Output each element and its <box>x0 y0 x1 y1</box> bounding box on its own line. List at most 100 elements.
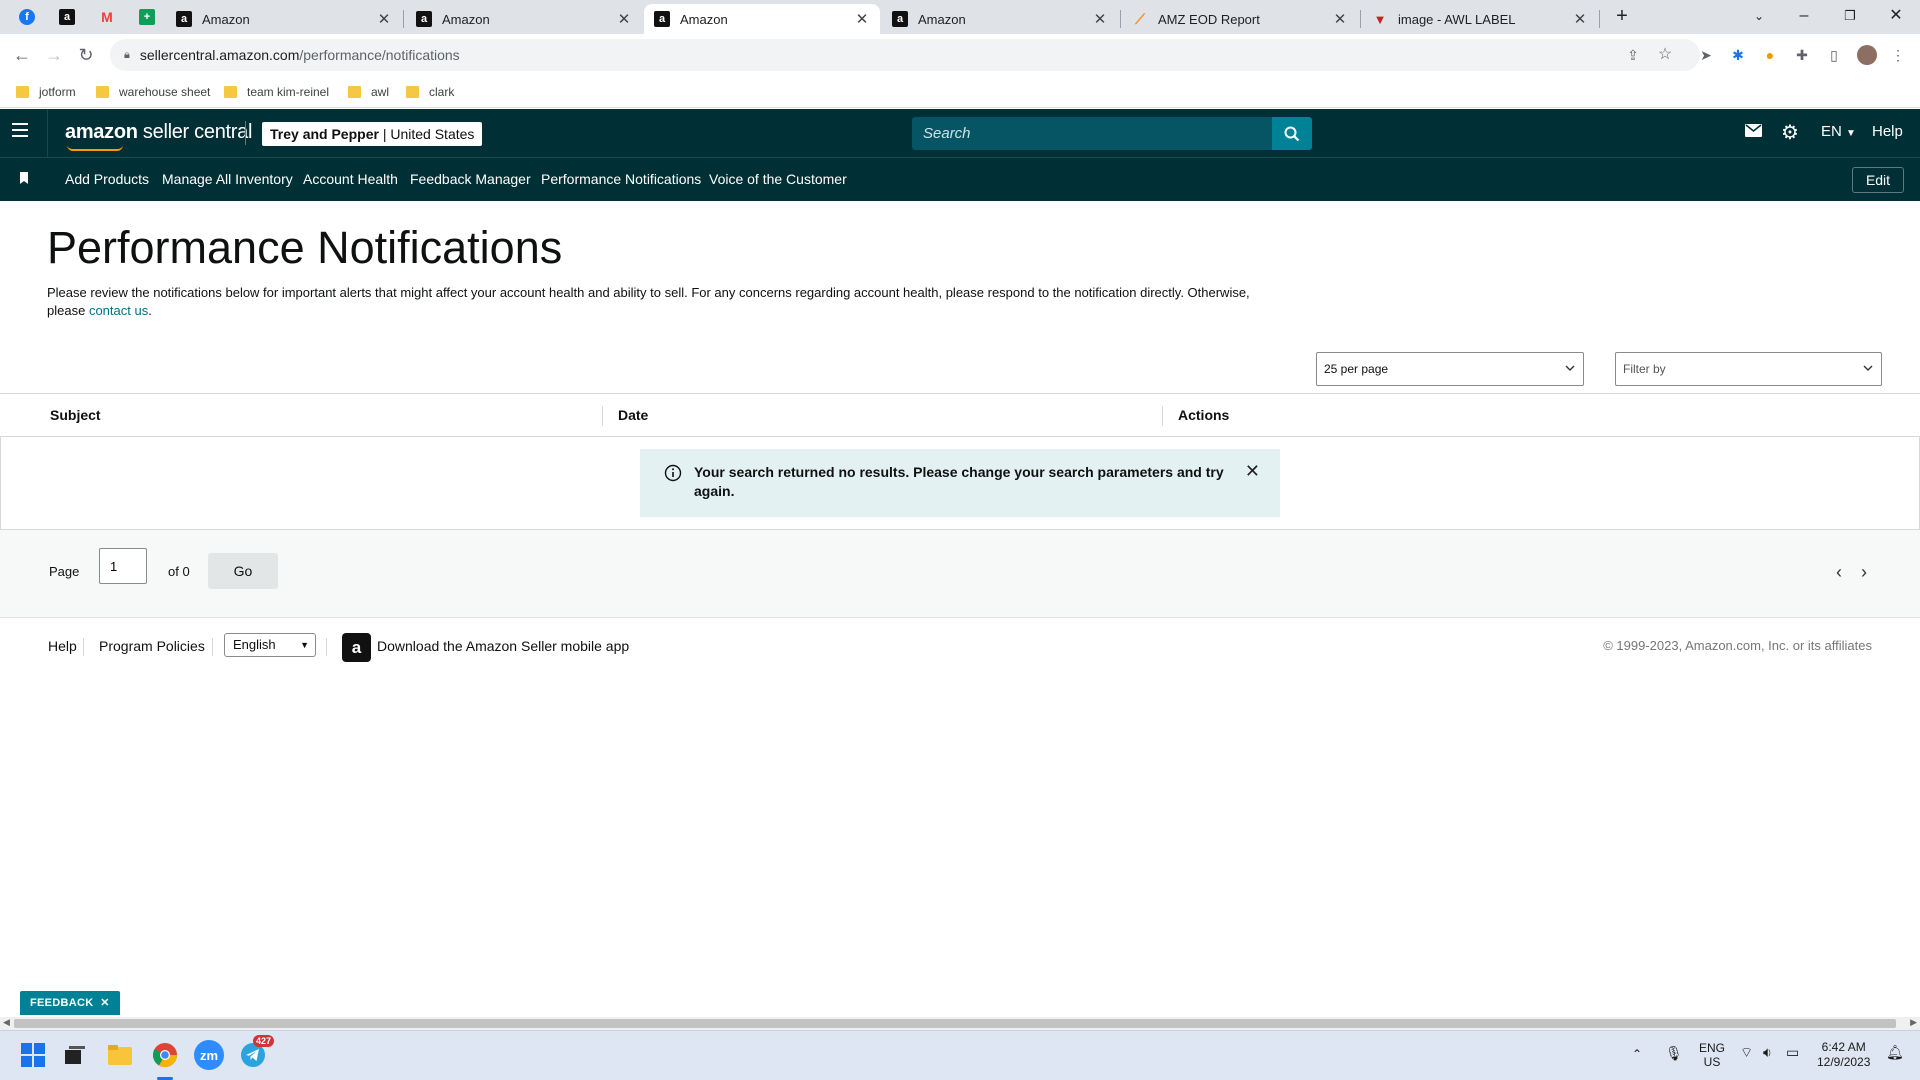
go-button[interactable]: Go <box>208 553 278 589</box>
close-icon[interactable]: ✕ <box>1572 10 1588 28</box>
report-icon: ⟋ <box>1135 10 1145 27</box>
tray-chevron-up-icon[interactable]: ⌃ <box>1632 1047 1642 1061</box>
bookmark-warehouse-sheet[interactable]: warehouse sheet <box>96 83 210 101</box>
help-link[interactable]: Help <box>1872 123 1903 140</box>
new-tab-icon[interactable]: + <box>1600 4 1644 28</box>
bookmark-clark[interactable]: clark <box>406 83 454 101</box>
bookmark-team-kim-reinel[interactable]: team kim-reinel <box>224 83 329 101</box>
facebook-tab[interactable]: f <box>14 4 40 30</box>
seller-central-logo[interactable]: amazon seller central <box>65 121 252 151</box>
wifi-icon[interactable]: ⌔ <box>1740 1044 1753 1062</box>
profile-avatar[interactable] <box>1857 45 1877 65</box>
download-app-link[interactable]: Download the Amazon Seller mobile app <box>377 638 629 654</box>
clock[interactable]: 6:42 AM 12/9/2023 <box>1817 1040 1870 1070</box>
folder-icon <box>96 86 109 98</box>
feedback-tab[interactable]: FEEDBACK ✕ <box>20 991 120 1015</box>
close-icon[interactable]: ✕ <box>1092 10 1108 28</box>
language-selector[interactable]: EN ▼ <box>1821 123 1856 140</box>
next-page-icon[interactable]: › <box>1861 562 1867 583</box>
back-icon[interactable]: ← <box>10 43 34 67</box>
keyboard-language[interactable]: ENG US <box>1699 1041 1725 1069</box>
page-number-input[interactable] <box>99 548 147 584</box>
task-view-icon[interactable] <box>60 1040 90 1070</box>
volume-icon[interactable]: 🔉︎ <box>1763 1044 1772 1061</box>
zoom-icon[interactable]: zm <box>194 1040 224 1070</box>
tab-amz-eod-report[interactable]: ⟋ AMZ EOD Report ✕ <box>1122 4 1358 34</box>
header-divider <box>47 109 48 157</box>
program-policies-link[interactable]: Program Policies <box>99 638 205 654</box>
side-panel-icon[interactable]: ▯ <box>1825 46 1843 64</box>
tab-amazon-4[interactable]: a Amazon ✕ <box>882 4 1118 34</box>
mail-icon[interactable] <box>1745 124 1762 141</box>
nav-account-health[interactable]: Account Health <box>303 171 398 187</box>
telegram-icon[interactable]: 427 <box>238 1035 274 1070</box>
extension-blue-icon[interactable]: ✱ <box>1729 46 1747 64</box>
clock-time: 6:42 AM <box>1821 1040 1866 1054</box>
search-input[interactable]: Search <box>912 117 1272 150</box>
footer-help-link[interactable]: Help <box>48 638 77 654</box>
close-icon[interactable]: ✕ <box>1245 461 1260 517</box>
windows-start-icon[interactable] <box>18 1040 48 1070</box>
per-page-select[interactable]: 25 per page <box>1316 352 1584 386</box>
nav-performance-notifications[interactable]: Performance Notifications <box>541 171 701 187</box>
chrome-icon[interactable] <box>150 1040 180 1080</box>
bookmark-jotform[interactable]: jotform <box>16 83 76 101</box>
search-button[interactable] <box>1272 117 1312 150</box>
extension-orange-icon[interactable]: ● <box>1761 46 1779 64</box>
amazon-pinned-tab[interactable]: a <box>54 4 80 30</box>
contact-us-link[interactable]: contact us <box>89 303 148 318</box>
minimize-icon[interactable]: – <box>1782 4 1826 28</box>
filter-select[interactable]: Filter by <box>1615 352 1882 386</box>
tab-amazon-active[interactable]: a Amazon ✕ <box>644 4 880 34</box>
close-icon[interactable]: ✕ <box>1332 10 1348 28</box>
scroll-right-icon[interactable]: ▶ <box>1910 1017 1917 1028</box>
nav-manage-all-inventory[interactable]: Manage All Inventory <box>162 171 293 187</box>
notification-bell-icon[interactable]: 🔔︎ <box>1886 1044 1904 1061</box>
menu-kebab-icon[interactable]: ⋮ <box>1889 46 1907 64</box>
bookmark-label: jotform <box>39 85 76 99</box>
reload-icon[interactable]: ↻ <box>74 43 98 67</box>
share-icon[interactable]: ⇪ <box>1624 46 1642 64</box>
restore-icon[interactable]: ❐ <box>1828 4 1872 28</box>
amazon-seller-app-icon[interactable]: a <box>342 633 371 662</box>
bookmark-star-icon[interactable]: ☆ <box>1656 46 1674 64</box>
column-date[interactable]: Date <box>618 407 648 423</box>
gear-icon[interactable]: ⚙ <box>1781 120 1799 145</box>
tab-awl-label[interactable]: ▼ image - AWL LABEL ✕ <box>1362 4 1598 34</box>
edit-nav-button[interactable]: Edit <box>1852 167 1904 193</box>
close-icon[interactable]: ✕ <box>100 997 110 1009</box>
close-icon[interactable]: ✕ <box>854 10 870 28</box>
close-window-icon[interactable]: ✕ <box>1874 4 1918 28</box>
tab-amazon-2[interactable]: a Amazon ✕ <box>406 4 642 34</box>
tab-amazon-1[interactable]: a Amazon ✕ <box>166 4 402 34</box>
previous-page-icon[interactable]: ‹ <box>1836 562 1842 583</box>
extensions-puzzle-icon[interactable]: ✚ <box>1793 46 1811 64</box>
bookmarks-bar: jotform warehouse sheet team kim-reinel … <box>0 76 1920 108</box>
nav-feedback-manager[interactable]: Feedback Manager <box>410 171 531 187</box>
nav-voice-of-the-customer[interactable]: Voice of the Customer <box>709 171 847 187</box>
close-icon[interactable]: ✕ <box>376 10 392 28</box>
file-explorer-icon[interactable] <box>105 1040 135 1070</box>
scroll-left-icon[interactable]: ◀ <box>3 1017 10 1028</box>
amazon-icon: a <box>176 11 192 27</box>
gmail-tab[interactable]: M <box>94 4 120 30</box>
hamburger-menu-icon[interactable] <box>12 123 34 143</box>
sheets-tab[interactable]: + <box>134 4 160 30</box>
column-subject[interactable]: Subject <box>50 407 101 423</box>
extension-arrow-icon[interactable]: ➤ <box>1697 46 1715 64</box>
close-icon[interactable]: ✕ <box>616 10 632 28</box>
bookmark-awl[interactable]: awl <box>348 83 389 101</box>
store-switcher[interactable]: Trey and Pepper | United States <box>262 122 483 146</box>
battery-icon[interactable]: ▭ <box>1786 1044 1799 1061</box>
microphone-icon[interactable]: 🎙︎ <box>1665 1045 1683 1062</box>
scrollbar-thumb[interactable] <box>14 1019 1896 1028</box>
horizontal-scrollbar[interactable]: ◀ ▶ <box>0 1017 1920 1030</box>
address-bar[interactable]: 🔒︎ sellercentral.amazon.com/performance/… <box>110 39 1700 71</box>
bookmark-icon[interactable] <box>20 172 28 184</box>
bookmark-label: awl <box>371 85 390 99</box>
tab-search-icon[interactable]: ⌄ <box>1737 4 1781 28</box>
forward-icon[interactable]: → <box>42 43 66 67</box>
footer-language-select[interactable]: English ▼ <box>224 633 316 657</box>
nav-add-products[interactable]: Add Products <box>65 171 149 187</box>
column-divider <box>602 406 603 426</box>
